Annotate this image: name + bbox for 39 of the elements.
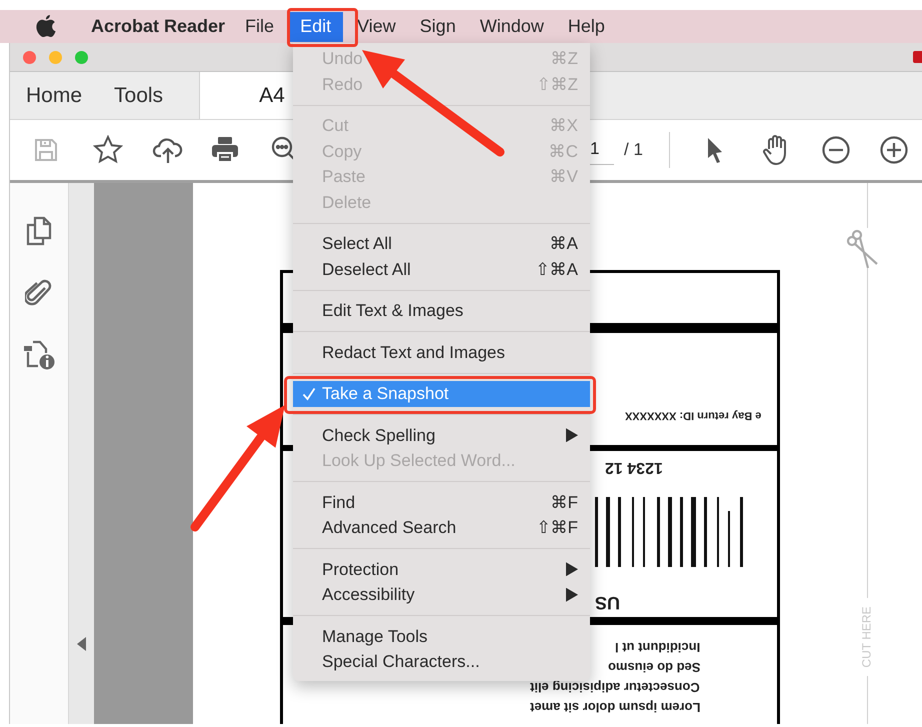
scissors-icon bbox=[845, 228, 879, 268]
menu-item[interactable]: Deselect All ⇧⌘A bbox=[293, 256, 590, 282]
menu-item[interactable]: Edit Text & Images bbox=[293, 298, 590, 324]
menu-bar-item[interactable]: Sign bbox=[408, 13, 468, 40]
menu-item[interactable]: Manage Tools bbox=[293, 624, 590, 649]
zoom-in-icon[interactable] bbox=[878, 135, 909, 165]
annotation-outline bbox=[287, 8, 358, 47]
address-line: Incididunt ut l bbox=[614, 639, 700, 656]
apple-icon[interactable] bbox=[36, 15, 56, 38]
menu-item[interactable]: Redact Text and Images bbox=[293, 340, 590, 365]
star-icon[interactable] bbox=[93, 135, 123, 165]
document-info-icon[interactable] bbox=[23, 340, 55, 370]
code-text: 1234 12 bbox=[605, 458, 663, 478]
collapse-arrow-icon[interactable] bbox=[77, 637, 86, 651]
menu-item[interactable]: Check Spelling bbox=[293, 422, 590, 448]
menu-bar-item[interactable]: Window bbox=[468, 13, 556, 40]
menu-bar-item[interactable]: Help bbox=[556, 13, 617, 40]
menu-item[interactable]: Select All ⌘A bbox=[293, 231, 590, 256]
menu-item[interactable]: Accessibility bbox=[293, 582, 590, 608]
menu-bar-item[interactable]: Edit bbox=[288, 12, 344, 42]
zoom-out-icon[interactable] bbox=[820, 135, 851, 165]
tab[interactable]: Home bbox=[10, 72, 98, 119]
menu-item[interactable]: Protection bbox=[293, 556, 590, 582]
menu-item[interactable]: Special Characters... bbox=[293, 649, 590, 674]
menu-item[interactable]: Advanced Search ⇧⌘F bbox=[293, 515, 590, 540]
return-id-text: e Bay return ID: XXXXXXX bbox=[624, 408, 761, 423]
address-line: Sed do eiusmo bbox=[608, 659, 700, 676]
pdf-icon bbox=[913, 51, 922, 63]
app-menu[interactable]: Acrobat Reader bbox=[83, 13, 234, 40]
menu-bar-item[interactable]: View bbox=[345, 13, 408, 40]
paperclip-icon[interactable] bbox=[25, 279, 53, 307]
address-line: Lorem ipsum dolor sit amet bbox=[530, 699, 700, 716]
address-line: Consectetur adipisicing elit bbox=[530, 679, 700, 696]
menu-item[interactable]: Find ⌘F bbox=[293, 490, 590, 515]
page-total: / 1 bbox=[624, 139, 643, 162]
tab[interactable]: Tools bbox=[98, 72, 180, 119]
country-text: US bbox=[594, 592, 620, 615]
menu-bar-item[interactable]: File bbox=[233, 13, 286, 40]
pages-icon[interactable] bbox=[26, 216, 52, 246]
